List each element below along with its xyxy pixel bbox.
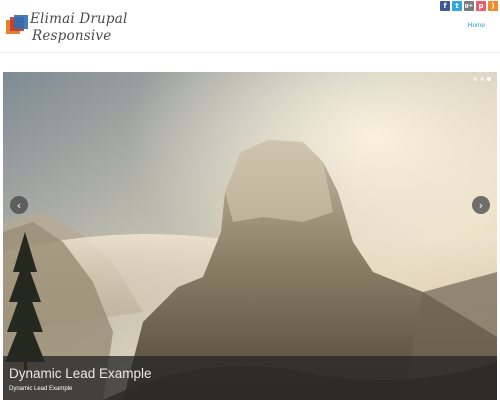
slider-dot[interactable] — [473, 77, 477, 81]
slide-image — [3, 72, 497, 400]
slide-caption: Dynamic Lead Example Dynamic Lead Exampl… — [3, 356, 497, 400]
slider-next-button[interactable]: › — [472, 196, 490, 214]
slider-dot-active[interactable] — [487, 77, 491, 81]
site-title-line-1: Elimai Drupal — [30, 11, 128, 27]
google-plus-icon[interactable]: g+ — [464, 1, 474, 11]
twitter-icon[interactable]: t — [452, 1, 462, 11]
chevron-left-icon: ‹ — [16, 198, 22, 212]
caption-subtitle: Dynamic Lead Example — [9, 386, 73, 392]
logo-icon[interactable] — [6, 15, 28, 37]
slider-dot[interactable] — [480, 77, 484, 81]
slider-prev-button[interactable]: ‹ — [10, 196, 28, 214]
site-title-line-2: Responsive — [32, 28, 112, 44]
site-title[interactable]: Elimai Drupal Responsive — [30, 11, 150, 45]
facebook-icon[interactable]: f — [440, 1, 450, 11]
social-links: f t g+ p ) — [440, 1, 498, 11]
hero-slider: ‹ › Dynamic Lead Example Dynamic Lead Ex… — [3, 72, 497, 400]
nav-home-link[interactable]: Home — [468, 22, 485, 29]
slider-pager — [473, 77, 491, 81]
pinterest-icon[interactable]: p — [476, 1, 486, 11]
site-header: Elimai Drupal Responsive f t g+ p ) Home — [0, 0, 500, 52]
rss-icon[interactable]: ) — [488, 1, 498, 11]
chevron-right-icon: › — [478, 198, 484, 212]
caption-title: Dynamic Lead Example — [9, 366, 152, 381]
header-divider — [0, 52, 500, 53]
